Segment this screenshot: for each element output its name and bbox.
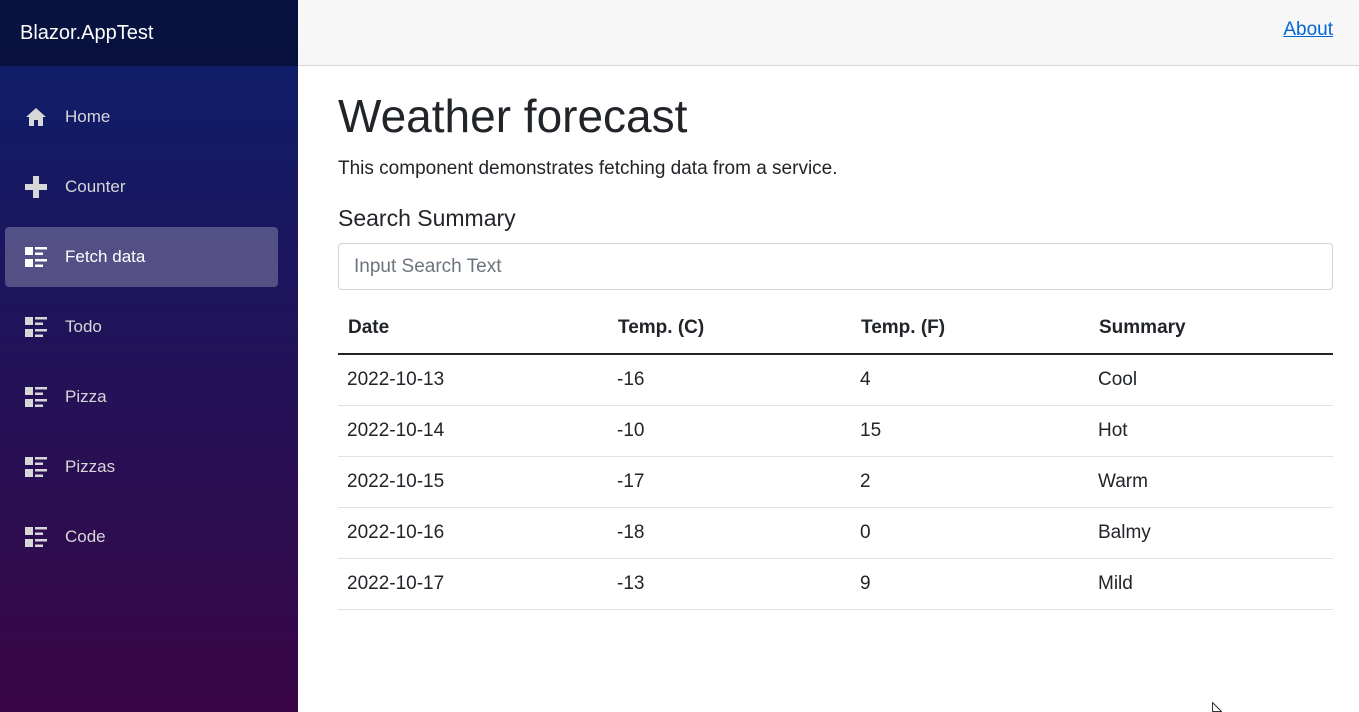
top-row: About [298, 0, 1359, 66]
plus-icon [24, 176, 48, 198]
sidebar-item-label: Counter [65, 177, 126, 196]
list-rich-icon [24, 317, 48, 337]
cell-temp-f: 9 [851, 558, 1089, 610]
list-rich-icon [24, 457, 48, 477]
sidebar-item-label: Fetch data [65, 247, 146, 266]
header-summary: Summary [1089, 303, 1333, 355]
cell-temp-c: -18 [608, 507, 851, 559]
sidebar-item-code[interactable]: Code [5, 507, 278, 567]
sidebar-item-label: Pizzas [65, 457, 116, 476]
page-description: This component demonstrates fetching dat… [338, 158, 838, 179]
sidebar-item-home[interactable]: Home [5, 87, 278, 147]
table-row: 2022-10-14 -10 15 Hot [338, 405, 1333, 457]
mouse-cursor-icon [1212, 702, 1222, 712]
sidebar-item-pizzas[interactable]: Pizzas [5, 437, 278, 497]
home-icon [24, 107, 48, 127]
main-content: Weather forecast This component demonstr… [338, 66, 1333, 610]
sidebar: Blazor.AppTest Home Counter Fetch data T… [0, 0, 298, 712]
cell-date: 2022-10-14 [338, 405, 608, 457]
cell-summary: Balmy [1089, 507, 1333, 559]
cell-date: 2022-10-13 [338, 354, 608, 406]
about-link[interactable]: About [1283, 19, 1333, 41]
cell-temp-c: -13 [608, 558, 851, 610]
cell-date: 2022-10-15 [338, 456, 608, 508]
cell-temp-c: -16 [608, 354, 851, 406]
cell-temp-c: -10 [608, 405, 851, 457]
sidebar-item-label: Todo [65, 317, 102, 336]
table-row: 2022-10-16 -18 0 Balmy [338, 507, 1333, 559]
cell-temp-f: 0 [851, 507, 1089, 559]
search-heading: Search Summary [338, 205, 516, 231]
forecast-table: Date Temp. (C) Temp. (F) Summary 2022-10… [338, 303, 1333, 610]
page-title: Weather forecast [338, 90, 688, 142]
cell-summary: Mild [1089, 558, 1333, 610]
cell-summary: Warm [1089, 456, 1333, 508]
cell-date: 2022-10-17 [338, 558, 608, 610]
table-row: 2022-10-15 -17 2 Warm [338, 456, 1333, 508]
brand-title[interactable]: Blazor.AppTest [20, 22, 153, 45]
sidebar-item-label: Code [65, 527, 106, 546]
table-row: 2022-10-17 -13 9 Mild [338, 558, 1333, 610]
sidebar-item-pizza[interactable]: Pizza [5, 367, 278, 427]
list-rich-icon [24, 247, 48, 267]
sidebar-item-counter[interactable]: Counter [5, 157, 278, 217]
cell-date: 2022-10-16 [338, 507, 608, 559]
table-row: 2022-10-13 -16 4 Cool [338, 354, 1333, 406]
search-input[interactable] [338, 243, 1333, 290]
cell-summary: Cool [1089, 354, 1333, 406]
nav-menu: Home Counter Fetch data Todo Pizza Pizza… [0, 66, 298, 567]
cell-temp-f: 4 [851, 354, 1089, 406]
table-header-row: Date Temp. (C) Temp. (F) Summary [338, 303, 1333, 355]
sidebar-item-label: Pizza [65, 387, 107, 406]
header-temp-c: Temp. (C) [608, 303, 851, 355]
sidebar-item-fetch-data[interactable]: Fetch data [5, 227, 278, 287]
list-rich-icon [24, 387, 48, 407]
brand-bar: Blazor.AppTest [0, 0, 298, 66]
cell-temp-f: 2 [851, 456, 1089, 508]
cell-temp-f: 15 [851, 405, 1089, 457]
cell-temp-c: -17 [608, 456, 851, 508]
sidebar-item-todo[interactable]: Todo [5, 297, 278, 357]
header-date: Date [338, 303, 608, 355]
cell-summary: Hot [1089, 405, 1333, 457]
list-rich-icon [24, 527, 48, 547]
header-temp-f: Temp. (F) [851, 303, 1089, 355]
sidebar-item-label: Home [65, 107, 111, 126]
